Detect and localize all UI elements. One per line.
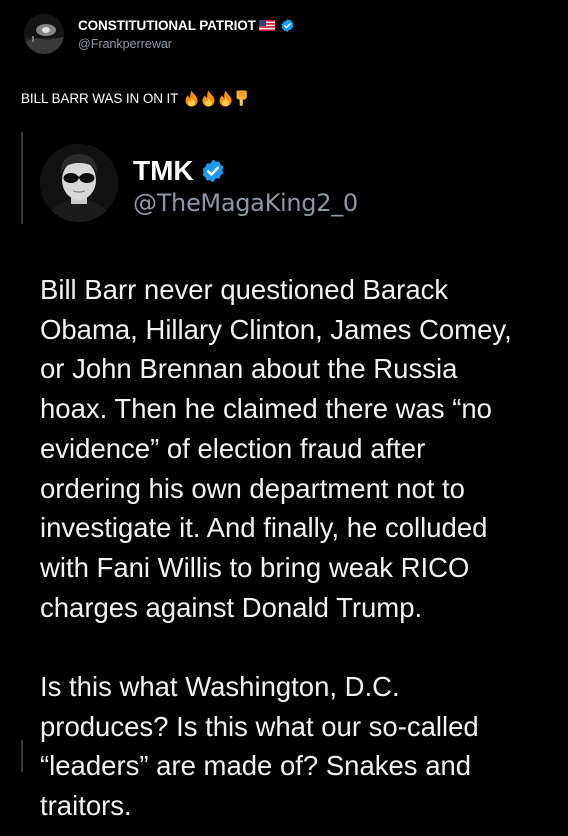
text-line: “leaders” are made of? Snakes and [40,750,472,782]
us-flag-icon [258,19,275,31]
text-line: investigate it. And finally, he colluded [40,512,488,544]
text-line: charges against Donald Trump. [40,591,423,623]
author-avatar[interactable] [24,14,64,54]
paragraph: Bill Barr never questioned Barack Obama,… [40,270,560,627]
text-line: Is this what Washington, D.C. [40,671,400,703]
text-line: ordering his own department not to [40,472,465,504]
embed-edge-line [21,740,23,772]
author-display-name[interactable]: CONSTITUTIONAL PATRIOT [78,18,256,33]
text-line: traitors. [40,790,132,822]
emoji-row [184,90,248,107]
verified-badge-icon [281,18,294,32]
fire-icon [202,90,215,106]
text-line: Bill Barr never questioned Barack [40,274,449,305]
text-line: produces? Is this what our so-called [40,710,479,742]
verified-badge-icon [202,159,223,183]
embedded-author-avatar[interactable] [40,144,118,222]
post-text-row: BILL BARR WAS IN ON IT [21,88,248,108]
text-line: or John Brennan about the Russia [40,353,458,385]
embedded-post[interactable]: TMK @TheMagaKing2_0 Bill Barr never ques… [0,128,568,836]
pointing-down-icon [236,90,248,106]
embedded-author-handle[interactable]: @TheMagaKing2_0 [133,189,358,217]
post-text: BILL BARR WAS IN ON IT [21,90,179,106]
embed-edge-line [21,132,23,224]
embedded-author-name-row[interactable]: TMK [133,154,226,188]
avatar-image [40,144,118,222]
paragraph: Is this what Washington, D.C. produces? … [40,667,560,826]
text-line: with Fani Willis to bring weak RICO [40,551,470,583]
post-header: CONSTITUTIONAL PATRIOT @Frankperrewar [24,12,544,56]
fire-icon [185,90,198,106]
embedded-post-body: Bill Barr never questioned Barack Obama,… [40,270,560,826]
text-line: Obama, Hillary Clinton, James Comey, [40,313,512,345]
author-name-row[interactable]: CONSTITUTIONAL PATRIOT [78,17,295,33]
text-line: hoax. Then he claimed there was “no [40,393,492,425]
embedded-author-display-name[interactable]: TMK [133,155,194,187]
fire-icon [219,90,232,106]
text-line: evidence” of election fraud after [40,432,426,464]
author-handle[interactable]: @Frankperrewar [78,37,172,51]
avatar-image [24,14,64,54]
